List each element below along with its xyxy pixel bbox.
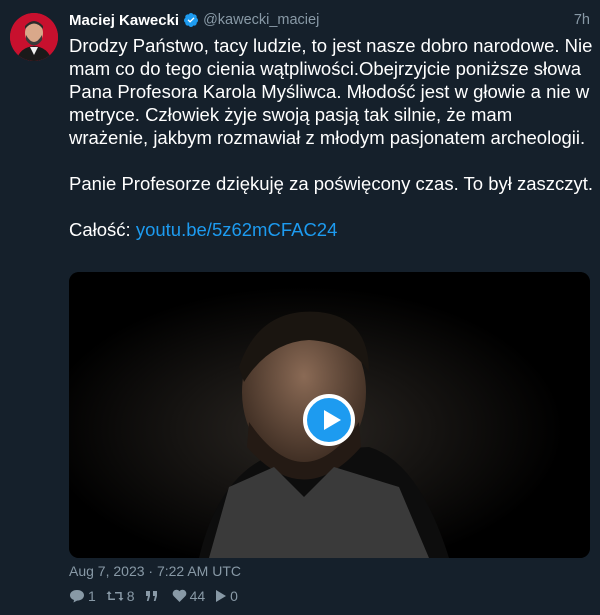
quote-icon xyxy=(145,591,157,601)
quote-action[interactable] xyxy=(145,590,162,602)
tweet-paragraph: Drodzy Państwo, tacy ludzie, to jest nas… xyxy=(69,35,593,148)
avatar[interactable] xyxy=(10,13,58,61)
youtube-link[interactable]: youtu.be/5z62mCFAC24 xyxy=(136,219,338,240)
author-handle[interactable]: @kawecki_maciej xyxy=(203,12,319,28)
avatar-image xyxy=(10,13,58,61)
video-thumbnail[interactable] xyxy=(69,272,590,558)
retweet-action[interactable]: 8 xyxy=(106,588,135,604)
tweet-link-line: Całość: youtu.be/5z62mCFAC24 xyxy=(69,218,594,241)
verified-badge-icon xyxy=(184,13,199,27)
tweet-actions: 1 8 44 0 xyxy=(69,588,248,604)
views-action[interactable]: 0 xyxy=(215,588,238,604)
reply-icon xyxy=(70,590,84,603)
play-button[interactable] xyxy=(303,394,355,446)
tweet-body: Drodzy Państwo, tacy ludzie, to jest nas… xyxy=(69,34,594,241)
tweet-timestamp[interactable]: Aug 7, 2023 · 7:22 AM UTC xyxy=(69,563,241,579)
tweet-time[interactable]: 7h xyxy=(574,12,590,28)
retweet-icon xyxy=(106,591,124,601)
like-action[interactable]: 44 xyxy=(172,588,206,604)
reply-count: 1 xyxy=(88,588,96,604)
views-count: 0 xyxy=(230,588,238,604)
retweet-count: 8 xyxy=(126,588,135,604)
tweet: Maciej Kawecki @kawecki_maciej 7h Drodzy… xyxy=(0,0,600,615)
tweet-header: Maciej Kawecki @kawecki_maciej 7h xyxy=(69,10,590,30)
like-count: 44 xyxy=(189,588,206,604)
link-prefix: Całość: xyxy=(69,219,136,240)
author-name[interactable]: Maciej Kawecki xyxy=(69,12,179,29)
heart-icon xyxy=(172,589,186,602)
reply-action[interactable]: 1 xyxy=(69,588,96,604)
tweet-paragraph: Panie Profesorze dziękuję za poświęcony … xyxy=(69,173,594,194)
play-views-icon xyxy=(216,590,227,602)
